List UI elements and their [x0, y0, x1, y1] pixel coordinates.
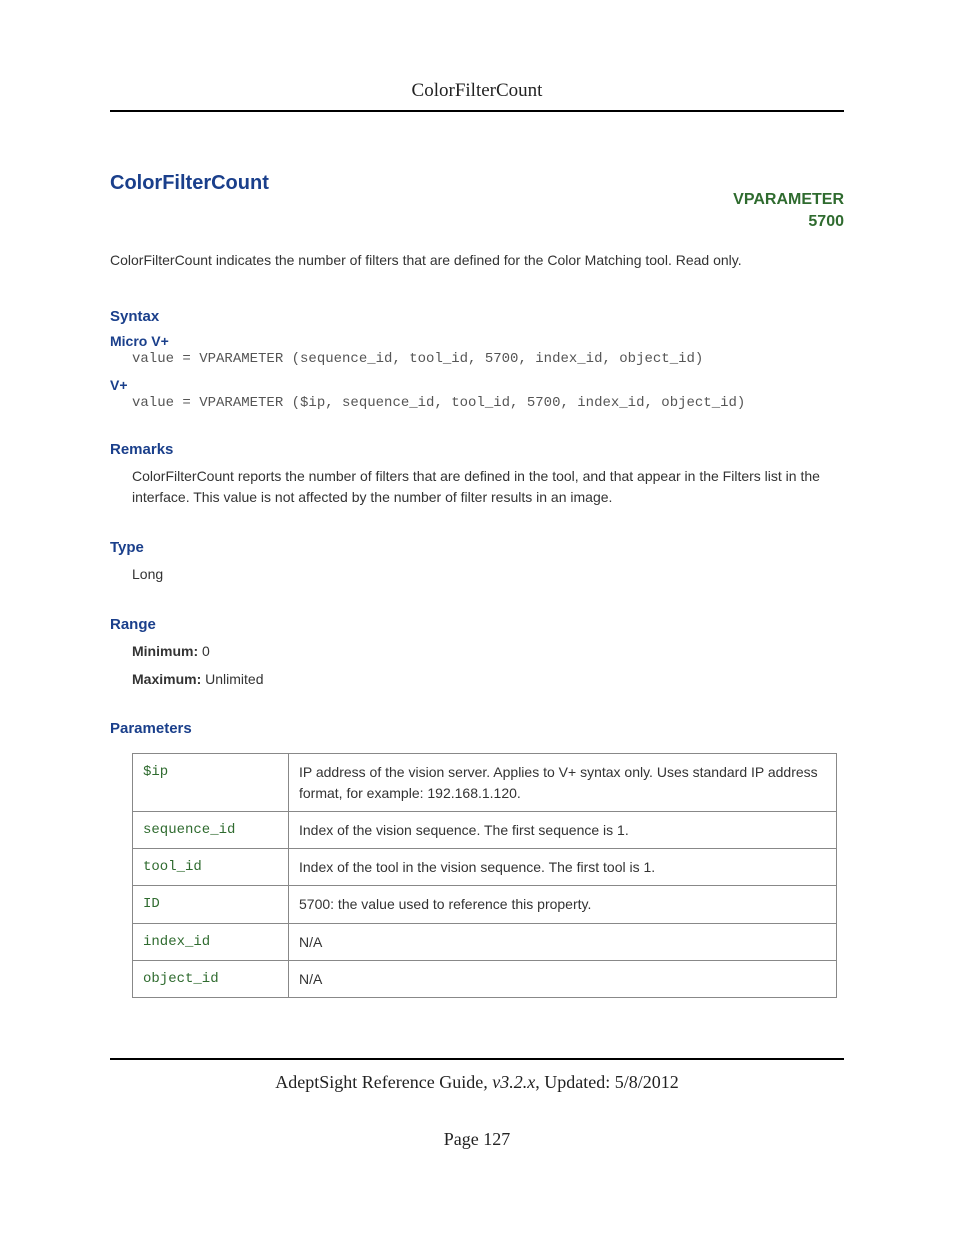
param-name: tool_id: [133, 849, 289, 886]
syntax-vplus-code: value = VPARAMETER ($ip, sequence_id, to…: [132, 395, 844, 411]
table-row: sequence_id Index of the vision sequence…: [133, 811, 837, 848]
param-desc: N/A: [289, 923, 837, 960]
vparameter-code: 5700: [808, 213, 844, 230]
range-minimum: Minimum: 0: [132, 641, 844, 663]
table-row: $ip IP address of the vision server. App…: [133, 754, 837, 812]
param-desc: N/A: [289, 961, 837, 998]
param-name: index_id: [133, 923, 289, 960]
param-desc: Index of the tool in the vision sequence…: [289, 849, 837, 886]
remarks-heading: Remarks: [110, 441, 844, 458]
syntax-vplus-label: V+: [110, 377, 844, 393]
parameters-heading: Parameters: [110, 720, 844, 737]
table-row: tool_id Index of the tool in the vision …: [133, 849, 837, 886]
intro-text: ColorFilterCount indicates the number of…: [110, 252, 844, 268]
param-name: $ip: [133, 754, 289, 812]
range-heading: Range: [110, 616, 844, 633]
param-desc: 5700: the value used to reference this p…: [289, 886, 837, 923]
syntax-micro-code: value = VPARAMETER (sequence_id, tool_id…: [132, 351, 844, 367]
type-heading: Type: [110, 539, 844, 556]
table-row: index_id N/A: [133, 923, 837, 960]
header-rule: [110, 110, 844, 112]
syntax-micro-label: Micro V+: [110, 333, 844, 349]
table-row: ID 5700: the value used to reference thi…: [133, 886, 837, 923]
vparameter-badge: VPARAMETER 5700: [110, 189, 844, 234]
footer-version: , v3.2.x: [483, 1072, 535, 1092]
document-page: ColorFilterCount ColorFilterCount VPARAM…: [0, 0, 954, 1235]
footer-updated: , Updated: 5/8/2012: [535, 1072, 678, 1092]
syntax-heading: Syntax: [110, 308, 844, 325]
table-row: object_id N/A: [133, 961, 837, 998]
footer-guide: AdeptSight Reference Guide: [275, 1072, 483, 1092]
param-name: ID: [133, 886, 289, 923]
footer-rule: [110, 1058, 844, 1060]
param-desc: Index of the vision sequence. The first …: [289, 811, 837, 848]
vparameter-label: VPARAMETER: [733, 191, 844, 208]
page-number: Page 127: [110, 1129, 844, 1150]
param-name: sequence_id: [133, 811, 289, 848]
running-header: ColorFilterCount: [110, 80, 844, 102]
range-max-value: Unlimited: [201, 671, 263, 687]
param-name: object_id: [133, 961, 289, 998]
param-desc: IP address of the vision server. Applies…: [289, 754, 837, 812]
range-min-value: 0: [198, 643, 210, 659]
parameters-table: $ip IP address of the vision server. App…: [132, 753, 837, 998]
remarks-text: ColorFilterCount reports the number of f…: [132, 466, 844, 509]
range-max-label: Maximum:: [132, 671, 201, 687]
range-maximum: Maximum: Unlimited: [132, 669, 844, 691]
type-value: Long: [132, 564, 844, 586]
footer-line: AdeptSight Reference Guide, v3.2.x, Upda…: [110, 1072, 844, 1093]
range-min-label: Minimum:: [132, 643, 198, 659]
